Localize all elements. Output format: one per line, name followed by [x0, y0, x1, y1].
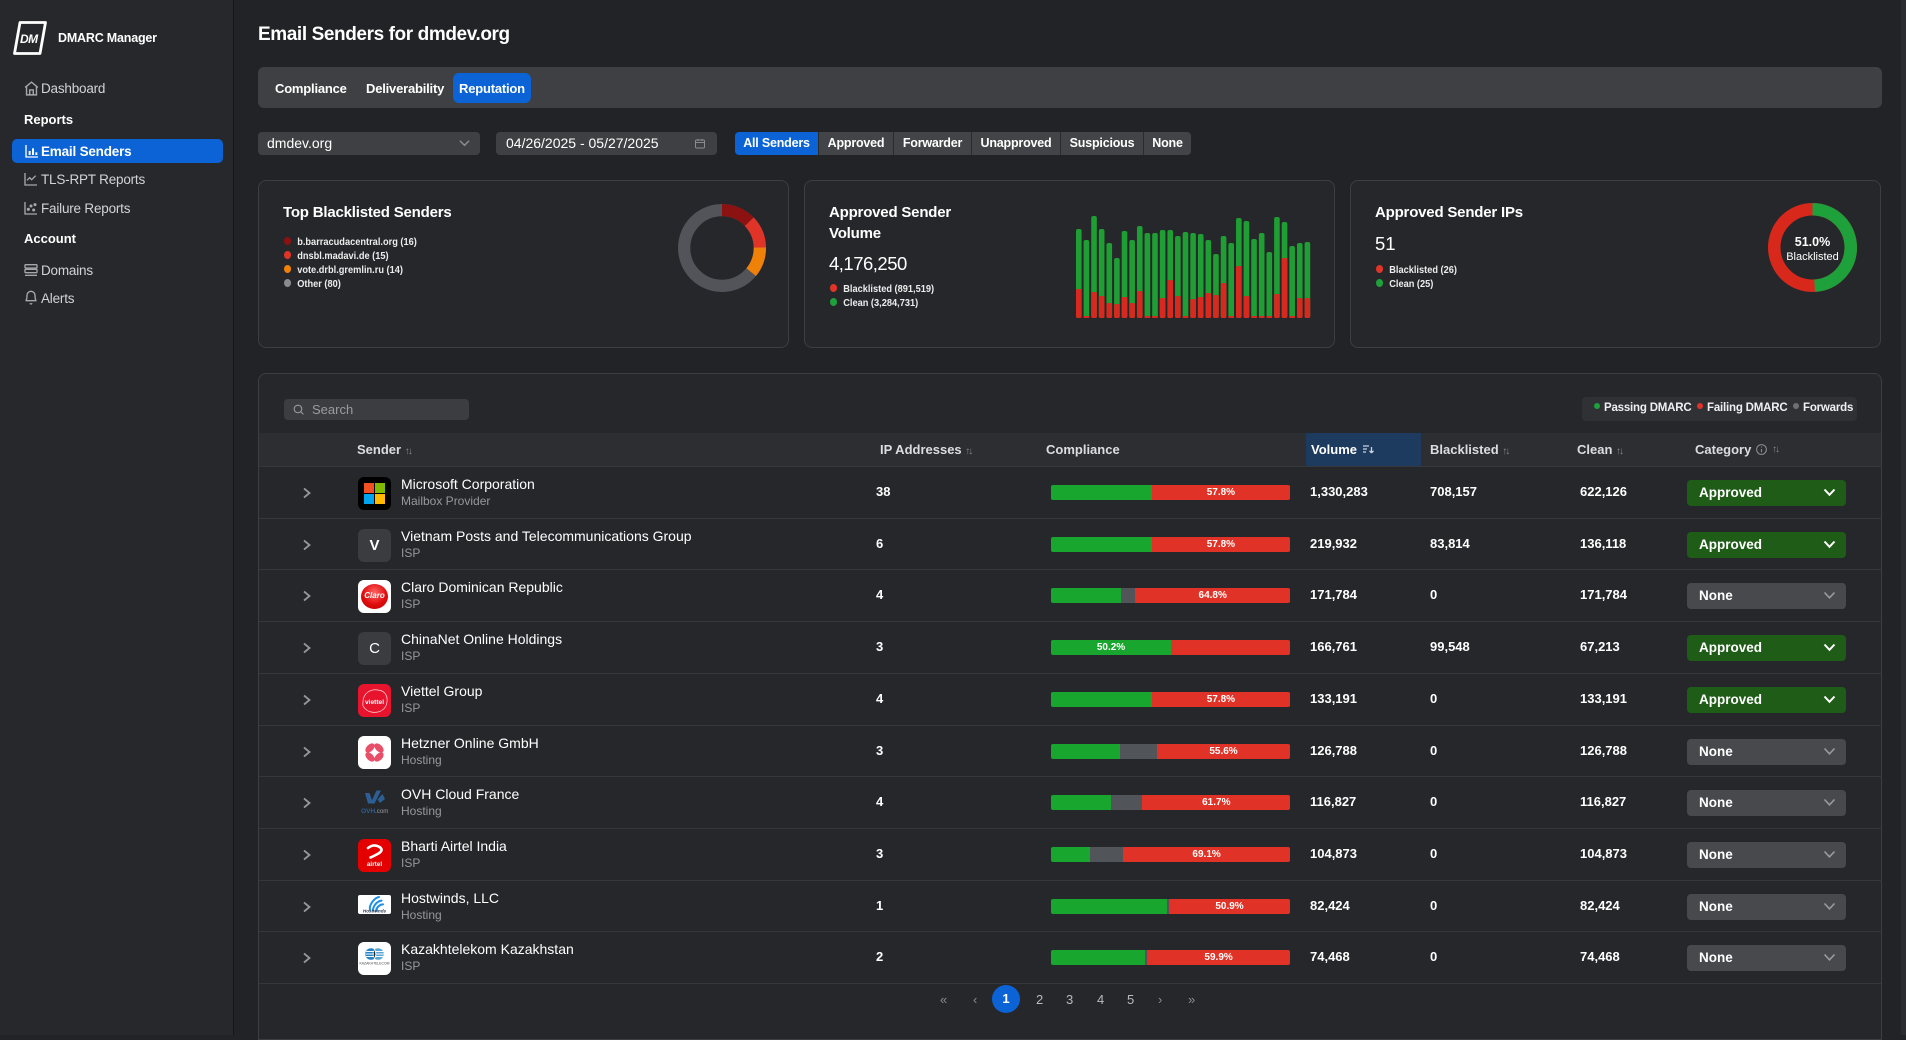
svg-text:Hostwinds: Hostwinds [363, 909, 387, 914]
svg-text:airtel: airtel [367, 861, 382, 868]
svg-text:DM: DM [20, 32, 39, 46]
svg-text:viettel: viettel [365, 699, 384, 706]
svg-text:.com: .com [375, 808, 388, 815]
svg-text:OVH: OVH [361, 808, 376, 815]
svg-text:KAZAKHTELECOM: KAZAKHTELECOM [360, 962, 390, 966]
